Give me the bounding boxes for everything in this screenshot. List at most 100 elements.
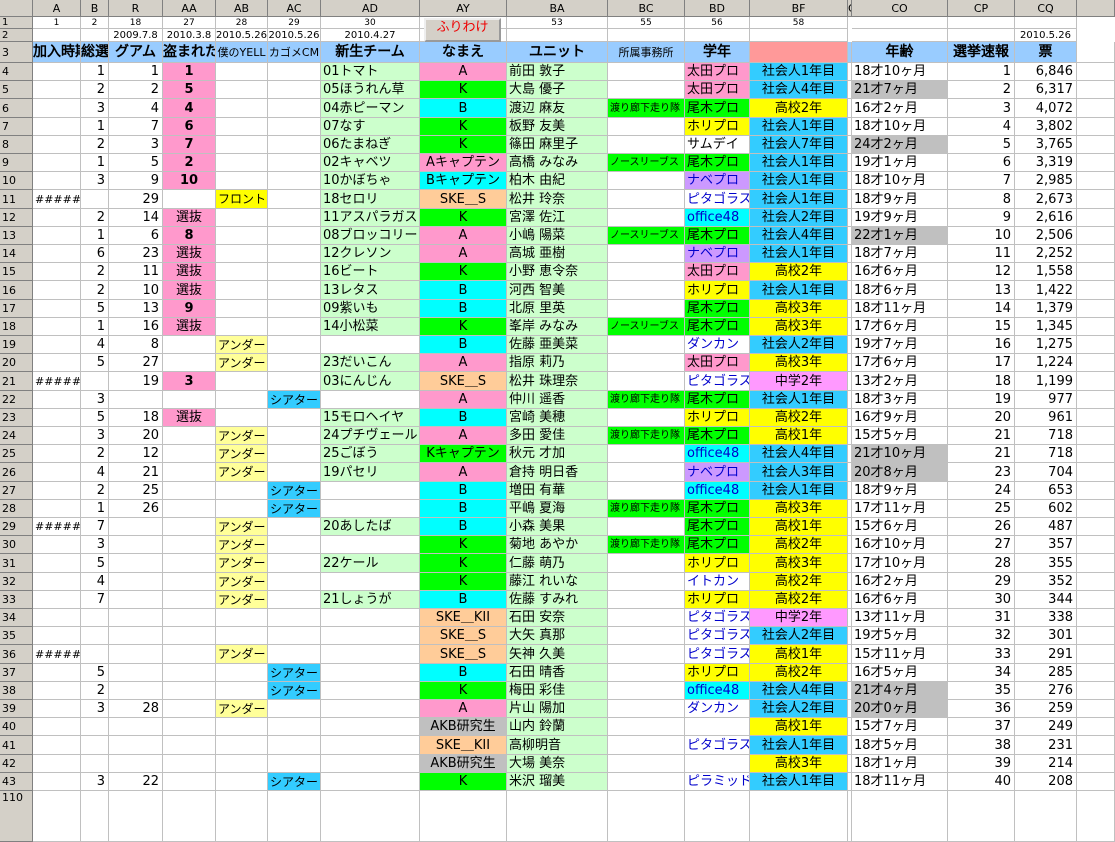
nusumareta-cell[interactable]: アンダー bbox=[216, 700, 268, 718]
name-cell[interactable]: 高橋 みなみ bbox=[507, 154, 608, 172]
nusumareta-cell[interactable] bbox=[216, 81, 268, 99]
cell[interactable] bbox=[948, 791, 1015, 842]
agency-cell[interactable]: ホリプロ bbox=[685, 409, 750, 427]
cell[interactable] bbox=[1077, 227, 1115, 245]
election-cell[interactable]: 2 bbox=[81, 445, 109, 463]
age-cell[interactable]: 18才11ヶ月 bbox=[852, 773, 948, 791]
election-cell[interactable]: 3 bbox=[81, 773, 109, 791]
unit-cell[interactable] bbox=[608, 609, 685, 627]
nusumareta-cell[interactable] bbox=[216, 281, 268, 300]
nusumareta-cell[interactable]: アンダー bbox=[216, 554, 268, 573]
guam-cell[interactable] bbox=[163, 391, 216, 409]
name-cell[interactable]: 佐藤 亜美菜 bbox=[507, 336, 608, 354]
row1-cell[interactable] bbox=[948, 17, 1015, 29]
yell-cell[interactable] bbox=[268, 591, 321, 609]
age-cell[interactable]: 19才1ヶ月 bbox=[852, 154, 948, 172]
guam-cell[interactable] bbox=[163, 627, 216, 645]
name-cell[interactable]: 山内 鈴蘭 bbox=[507, 718, 608, 736]
guam-cell[interactable] bbox=[163, 518, 216, 536]
grade-cell[interactable]: 高校2年 bbox=[750, 99, 848, 118]
join-period-cell[interactable] bbox=[33, 755, 81, 773]
yell-cell[interactable] bbox=[268, 354, 321, 372]
grade-cell[interactable]: 社会人1年目 bbox=[750, 172, 848, 190]
agency-cell[interactable] bbox=[685, 718, 750, 736]
rank-cell[interactable]: 30 bbox=[948, 591, 1015, 609]
general-election-cell[interactable]: 13 bbox=[109, 300, 163, 318]
kagome-cm-cell[interactable]: 07なす bbox=[321, 118, 420, 136]
yell-cell[interactable] bbox=[268, 445, 321, 463]
cell[interactable] bbox=[1077, 336, 1115, 354]
rank-cell[interactable]: 15 bbox=[948, 318, 1015, 336]
agency-cell[interactable]: 尾木プロ bbox=[685, 300, 750, 318]
name-cell[interactable]: 渡辺 麻友 bbox=[507, 99, 608, 118]
nusumareta-cell[interactable] bbox=[216, 209, 268, 227]
column-header-co[interactable]: CO bbox=[852, 0, 948, 17]
rank-cell[interactable]: 4 bbox=[948, 118, 1015, 136]
cell[interactable] bbox=[1077, 409, 1115, 427]
team-cell[interactable]: A bbox=[420, 245, 507, 263]
agency-cell[interactable]: ピタゴラス bbox=[685, 645, 750, 664]
name-cell[interactable]: 峯岸 みなみ bbox=[507, 318, 608, 336]
join-period-cell[interactable] bbox=[33, 81, 81, 99]
cell[interactable] bbox=[1077, 554, 1115, 573]
nusumareta-cell[interactable] bbox=[216, 118, 268, 136]
cell[interactable] bbox=[1077, 136, 1115, 154]
election-cell[interactable]: 1 bbox=[81, 154, 109, 172]
age-cell[interactable]: 15才5ヶ月 bbox=[852, 427, 948, 445]
row1-cell[interactable]: 29 bbox=[268, 17, 321, 29]
join-period-cell[interactable]: ##### bbox=[33, 190, 81, 209]
yell-cell[interactable] bbox=[268, 573, 321, 591]
name-cell[interactable]: 仲川 遥香 bbox=[507, 391, 608, 409]
team-cell[interactable]: K bbox=[420, 773, 507, 791]
column-header-ac[interactable]: AC bbox=[268, 0, 321, 17]
team-cell[interactable]: A bbox=[420, 427, 507, 445]
unit-cell[interactable] bbox=[608, 554, 685, 573]
join-period-cell[interactable] bbox=[33, 336, 81, 354]
cell[interactable] bbox=[1077, 791, 1115, 842]
grade-cell[interactable]: 高校2年 bbox=[750, 664, 848, 682]
rank-cell[interactable]: 11 bbox=[948, 245, 1015, 263]
election-cell[interactable]: 5 bbox=[81, 664, 109, 682]
cell[interactable] bbox=[1077, 482, 1115, 500]
guam-cell[interactable] bbox=[163, 554, 216, 573]
team-cell[interactable]: AKB研究生 bbox=[420, 718, 507, 736]
name-cell[interactable]: 藤江 れいな bbox=[507, 573, 608, 591]
guam-cell[interactable]: 8 bbox=[163, 227, 216, 245]
row2-cell[interactable]: 2010.5.26 bbox=[1015, 29, 1077, 42]
votes-cell[interactable]: 1,224 bbox=[1015, 354, 1077, 372]
team-cell[interactable]: SKE＿S bbox=[420, 627, 507, 645]
general-election-cell[interactable]: 5 bbox=[109, 154, 163, 172]
unit-cell[interactable] bbox=[608, 263, 685, 281]
row-header-1[interactable]: 1 bbox=[0, 17, 33, 29]
agency-cell[interactable]: ピタゴラス bbox=[685, 190, 750, 209]
age-cell[interactable]: 19才9ヶ月 bbox=[852, 209, 948, 227]
rank-cell[interactable]: 40 bbox=[948, 773, 1015, 791]
yell-cell[interactable] bbox=[268, 536, 321, 554]
age-cell[interactable]: 15才7ヶ月 bbox=[852, 718, 948, 736]
general-election-cell[interactable]: 21 bbox=[109, 463, 163, 482]
unit-cell[interactable]: 渡り廊下走り隊 bbox=[608, 99, 685, 118]
team-cell[interactable]: Bキャプテン bbox=[420, 172, 507, 190]
votes-cell[interactable]: 1,275 bbox=[1015, 336, 1077, 354]
general-election-cell[interactable] bbox=[109, 755, 163, 773]
team-cell[interactable]: B bbox=[420, 591, 507, 609]
rank-cell[interactable]: 38 bbox=[948, 736, 1015, 755]
election-cell[interactable]: 4 bbox=[81, 463, 109, 482]
age-cell[interactable]: 16才10ヶ月 bbox=[852, 536, 948, 554]
age-cell[interactable]: 18才10ヶ月 bbox=[852, 118, 948, 136]
row1-cell[interactable]: 27 bbox=[163, 17, 216, 29]
election-cell[interactable]: 3 bbox=[81, 99, 109, 118]
column-title[interactable]: ユニット bbox=[507, 42, 608, 63]
age-cell[interactable]: 18才11ヶ月 bbox=[852, 300, 948, 318]
row-header-18[interactable]: 18 bbox=[0, 318, 33, 336]
agency-cell[interactable]: ダンカン bbox=[685, 700, 750, 718]
team-cell[interactable]: A bbox=[420, 63, 507, 81]
agency-cell[interactable]: ホリプロ bbox=[685, 281, 750, 300]
column-title[interactable]: 盗まれた bbox=[163, 42, 216, 63]
guam-cell[interactable]: 選抜 bbox=[163, 318, 216, 336]
name-cell[interactable]: 松井 珠理奈 bbox=[507, 372, 608, 391]
votes-cell[interactable]: 357 bbox=[1015, 536, 1077, 554]
votes-cell[interactable]: 301 bbox=[1015, 627, 1077, 645]
general-election-cell[interactable] bbox=[109, 627, 163, 645]
name-cell[interactable]: 大島 優子 bbox=[507, 81, 608, 99]
